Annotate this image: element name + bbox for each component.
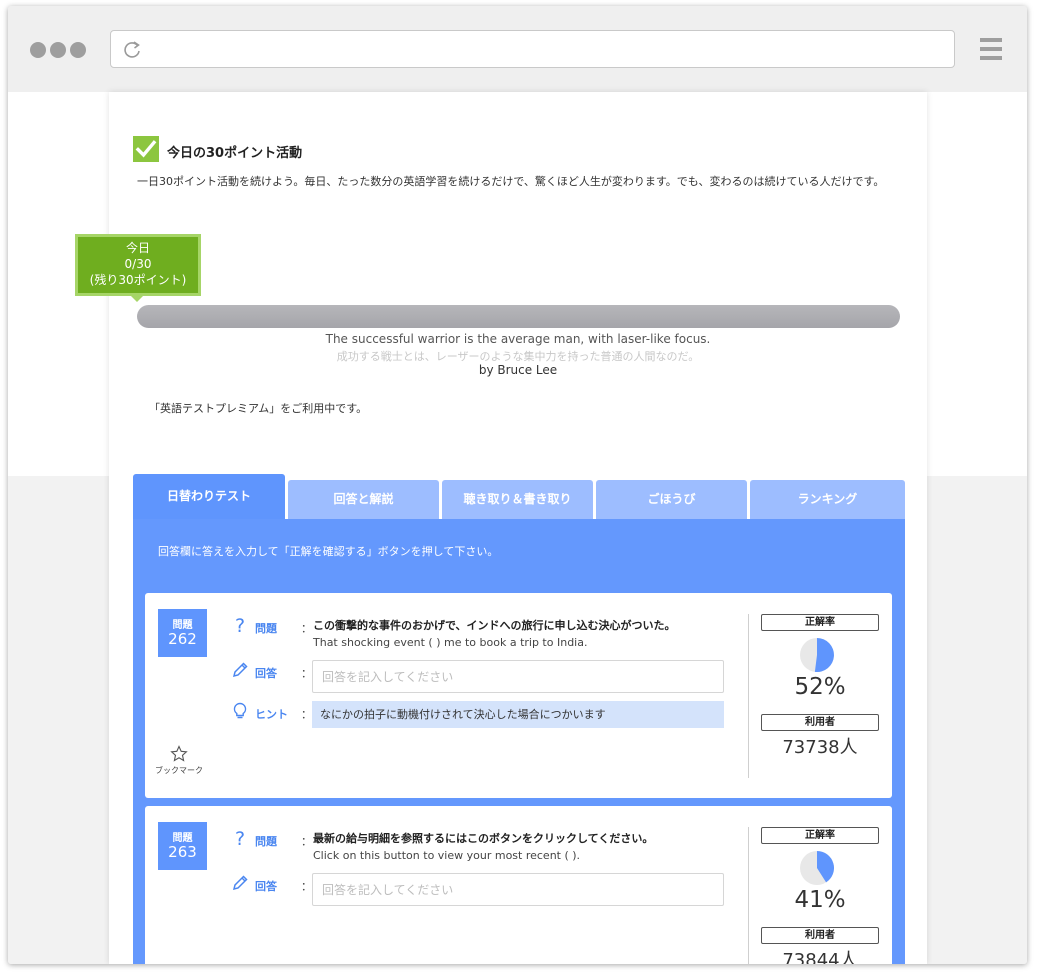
accuracy-slice [814, 638, 834, 672]
address-bar[interactable] [110, 30, 955, 68]
lightbulb-icon [233, 702, 247, 719]
badge-score: 0/30 [124, 257, 152, 271]
users-count: 73738人 [782, 737, 858, 758]
colon: ： [301, 708, 312, 721]
question-japanese: 最新の給与明細を参照するにはこのボタンをクリックしてください。 [313, 832, 654, 845]
accuracy-pie-chart [800, 851, 834, 885]
quote-author: by Bruce Lee [478, 363, 558, 377]
question-english: That shocking event ( ) me to book a tri… [313, 636, 588, 649]
window-dot-icon[interactable] [70, 42, 86, 58]
page-content: 今日の30ポイント活動 一日30ポイント活動を続けよう。毎日、たった数分の英語学… [75, 92, 927, 964]
question-number: 263 [168, 843, 197, 861]
tab-answers-explanation[interactable]: 回答と解説 [288, 480, 439, 519]
activity-description: 一日30ポイント活動を続けよう。毎日、たった数分の英語学習を続けるだけで、驚くほ… [137, 175, 885, 188]
accuracy-pie-chart [800, 638, 834, 672]
tab-bar: 日替わりテスト 回答と解説 聴き取り＆書き取り ごほうび ランキング [133, 474, 905, 519]
users-label: 利用者 [761, 714, 879, 731]
question-mark-icon: ? [235, 829, 245, 847]
window-dot-icon[interactable] [30, 42, 46, 58]
badge-pointer [131, 296, 143, 302]
answer-label: 回答 [255, 880, 277, 893]
question-japanese: この衝撃的な事件のおかげで、インドへの旅行に申し込む決心がついた。 [313, 619, 676, 632]
colon: ： [301, 835, 312, 848]
tab-ranking[interactable]: ランキング [750, 480, 905, 519]
tab-rewards[interactable]: ごほうび [596, 480, 747, 519]
users-count: 73844人 [782, 950, 858, 964]
colon: ： [301, 667, 312, 680]
browser-viewport: 今日の30ポイント活動 一日30ポイント活動を続けよう。毎日、たった数分の英語学… [8, 92, 1027, 964]
question-label: 問題 [255, 622, 277, 635]
tab-listening-writing[interactable]: 聴き取り＆書き取り [442, 480, 593, 519]
question-word: 問題 [172, 620, 193, 631]
star-icon [170, 745, 188, 762]
colon: ： [301, 622, 312, 635]
pencil-icon [232, 875, 248, 891]
accuracy-label: 正解率 [761, 614, 879, 631]
answer-label: 回答 [255, 667, 277, 680]
today-points-badge: 今日 0/30 (残り30ポイント) [75, 234, 201, 302]
accuracy-label: 正解率 [761, 827, 879, 844]
quote-japanese: 成功する戦士とは、レーザーのような集中力を持った普通の人間なのだ。 [336, 350, 700, 363]
points-progress-bar [137, 305, 900, 328]
bookmark-button[interactable]: ブックマーク [149, 745, 209, 776]
question-word: 問題 [172, 833, 193, 844]
accuracy-value: 41% [794, 887, 846, 913]
bookmark-label: ブックマーク [155, 766, 203, 775]
badge-remaining: (残り30ポイント) [89, 273, 187, 287]
check-icon [133, 136, 159, 162]
browser-toolbar [8, 6, 1027, 92]
hint-text: なにかの拍子に動機付けされて決心した場合につかいます [312, 701, 724, 728]
question-english: Click on this button to view your most r… [313, 849, 581, 862]
badge-day: 今日 [125, 241, 150, 255]
question-card: 問題 262 ブックマーク ? 問題 ： この衝撃的な事件のおかげで、インドへの… [145, 593, 892, 798]
premium-notice: 「英語テストプレミアム」をご利用中です。 [149, 402, 368, 415]
question-card: 問題 263 ? 問題 ： 最新の給与明細を参照するにはこのボタンをクリックして… [145, 806, 892, 964]
question-mark-icon: ? [235, 616, 245, 634]
question-number: 262 [168, 630, 197, 648]
quote-english: The successful warrior is the average ma… [325, 332, 711, 346]
question-number-badge: 問題 263 [158, 822, 207, 870]
test-panel: 回答欄に答えを入力して「正解を確認する」ボタンを押して下さい。 問題 262 ブ… [133, 519, 905, 964]
stats-divider [748, 614, 749, 778]
accuracy-value: 52% [794, 674, 846, 700]
browser-window: 今日の30ポイント活動 一日30ポイント活動を続けよう。毎日、たった数分の英語学… [8, 6, 1027, 964]
colon: ： [301, 880, 312, 893]
menu-icon[interactable] [980, 38, 1002, 60]
answer-input[interactable] [312, 660, 724, 693]
svg-text:?: ? [235, 829, 245, 847]
svg-text:?: ? [235, 616, 245, 634]
tab-daily-test[interactable]: 日替わりテスト [133, 474, 285, 519]
answer-input[interactable] [312, 873, 724, 906]
window-dot-icon[interactable] [50, 42, 66, 58]
activity-title: 今日の30ポイント活動 [167, 146, 303, 161]
stats-divider [748, 827, 749, 964]
instruction-text: 回答欄に答えを入力して「正解を確認する」ボタンを押して下さい。 [158, 545, 499, 558]
question-label: 問題 [255, 835, 277, 848]
users-label: 利用者 [761, 927, 879, 944]
pencil-icon [232, 662, 248, 678]
hint-label: ヒント [255, 708, 288, 721]
question-number-badge: 問題 262 [158, 609, 207, 657]
reload-icon[interactable] [121, 39, 143, 61]
